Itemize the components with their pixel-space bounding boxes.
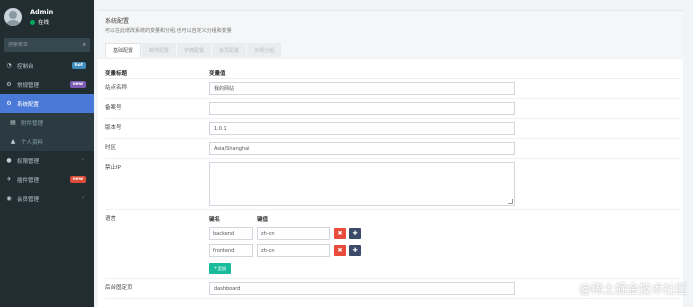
timezone-input[interactable]: Asia/Shanghai: [209, 142, 515, 155]
remove-row-button[interactable]: ✖: [334, 245, 346, 256]
resize-handle-icon[interactable]: [508, 199, 513, 204]
language-keyvalue: 键名 键值 backend zh-cn ✖ ✚ frontend zh-cn ✖…: [209, 210, 361, 278]
online-dot-icon: [30, 19, 35, 25]
form-row: 时区 Asia/Shanghai: [105, 139, 680, 159]
form-row: 版本号 1.0.1: [105, 119, 680, 139]
sidebar-item-profile[interactable]: ▲ 个人资料: [0, 132, 94, 151]
chevron-left-icon: ‹: [82, 157, 84, 163]
chevron-left-icon: ‹: [82, 195, 84, 201]
hot-badge: hot: [71, 62, 86, 69]
field-label: 时区: [105, 145, 117, 151]
sidebar-item-members[interactable]: ◉ 会员管理 ‹: [0, 189, 94, 208]
append-label: 追加: [217, 266, 227, 272]
search-icon[interactable]: ⌕: [83, 41, 86, 49]
field-label: 站点名称: [105, 85, 128, 91]
gear-icon: ⚙: [6, 100, 12, 107]
kv-key-input[interactable]: frontend: [209, 244, 253, 257]
kv-key-header: 键名: [209, 217, 221, 223]
sidebar-item-label: 权限管理: [17, 158, 40, 165]
kv-value-header: 键值: [257, 217, 269, 223]
field-label: 禁止IP: [105, 165, 121, 171]
main-content: 系统配置 可以在此增改系统的变量和分组,也可以自定义分组和变量 基础配置 邮件配…: [94, 0, 693, 307]
form-row: 站点名称 我的网站: [105, 79, 680, 99]
kv-header: 键名 键值: [209, 214, 361, 224]
user-info: Admin 在线: [30, 8, 53, 26]
sidebar: Admin 在线 ⌕ ◔ 控制台 hot ⚙ 常规管理 new ⚙ 系统配置 ▤…: [0, 0, 94, 307]
user-panel: Admin 在线: [0, 0, 94, 34]
kv-value-input[interactable]: zh-cn: [257, 227, 330, 240]
user-name: Admin: [30, 8, 54, 16]
page-title: 系统配置: [105, 18, 130, 25]
tab-example[interactable]: 示例分组: [247, 43, 282, 57]
sidebar-item-label: 系统配置: [17, 101, 40, 108]
backend-home-input[interactable]: dashboard: [209, 282, 515, 295]
tab-member[interactable]: 会员配置: [212, 43, 247, 57]
page-description: 可以在此增改系统的变量和分组,也可以自定义分组和变量: [105, 28, 232, 34]
tab-email[interactable]: 邮件配置: [142, 43, 177, 57]
sidebar-item-label: 会员管理: [17, 196, 40, 203]
sidebar-item-label: 插件管理: [17, 177, 40, 184]
group-icon: ●: [6, 157, 12, 164]
sidebar-item-label: 控制台: [17, 63, 34, 70]
beian-input[interactable]: [209, 102, 515, 115]
kv-value-input[interactable]: zh-cn: [257, 244, 330, 257]
form-row: 禁止IP: [105, 159, 680, 210]
field-label: 后台固定页: [105, 285, 133, 291]
user-status-label: 在线: [38, 20, 50, 26]
config-tabs: 基础配置 邮件配置 字典配置 会员配置 示例分组: [105, 43, 676, 57]
forbidden-ip-wrap: [209, 159, 515, 209]
sidebar-menu: ◔ 控制台 hot ⚙ 常规管理 new ⚙ 系统配置 ▤ 附件管理 ▲ 个人资…: [0, 56, 94, 208]
cogs-icon: ⚙: [6, 81, 12, 88]
user-status: 在线: [30, 18, 53, 26]
sidebar-item-attachments[interactable]: ▤ 附件管理: [0, 113, 94, 132]
append-row-button[interactable]: + 追加: [209, 263, 231, 274]
tab-dictionary[interactable]: 字典配置: [177, 43, 212, 57]
sidebar-item-label: 常规管理: [17, 82, 40, 89]
column-title: 变量标题: [105, 70, 128, 77]
config-panel: 系统配置 可以在此增改系统的变量和分组,也可以自定义分组和变量 基础配置 邮件配…: [98, 10, 683, 307]
menu-search: ⌕: [4, 38, 90, 52]
kv-row: frontend zh-cn ✖ ✚: [209, 243, 361, 258]
drag-row-button[interactable]: ✚: [349, 245, 361, 256]
watermark: @稀土掘金技术社区: [578, 282, 687, 296]
rocket-icon: ✈: [6, 176, 12, 183]
config-form: 变量标题 变量值 站点名称 我的网站 备案号 版本号 1.0.1 时区 Asia…: [105, 67, 680, 299]
sidebar-item-plugins[interactable]: ✈ 插件管理 new: [0, 170, 94, 189]
sidebar-item-label: 个人资料: [21, 139, 44, 146]
sidebar-item-general[interactable]: ⚙ 常规管理 new: [0, 75, 94, 94]
dashboard-icon: ◔: [6, 62, 12, 69]
kv-row: backend zh-cn ✖ ✚: [209, 226, 361, 241]
site-name-input[interactable]: 我的网站: [209, 82, 515, 95]
user-circle-icon: ◉: [6, 195, 12, 202]
drag-row-button[interactable]: ✚: [349, 228, 361, 239]
field-label: 语言: [105, 216, 117, 222]
remove-row-button[interactable]: ✖: [334, 228, 346, 239]
forbidden-ip-textarea[interactable]: [209, 162, 515, 206]
kv-key-input[interactable]: backend: [209, 227, 253, 240]
version-input[interactable]: 1.0.1: [209, 122, 515, 135]
sidebar-item-system-config[interactable]: ⚙ 系统配置: [0, 94, 94, 113]
close-icon: ✖: [337, 247, 343, 254]
avatar[interactable]: [4, 8, 22, 26]
field-label: 版本号: [105, 125, 122, 131]
new-badge: new: [69, 81, 86, 88]
close-icon: ✖: [337, 230, 343, 237]
panel-heading: 系统配置 可以在此增改系统的变量和分组,也可以自定义分组和变量 基础配置 邮件配…: [98, 11, 683, 59]
form-header: 变量标题 变量值: [105, 67, 680, 79]
sidebar-item-permissions[interactable]: ● 权限管理 ‹: [0, 151, 94, 170]
new-badge: new: [69, 176, 86, 183]
move-icon: ✚: [352, 247, 358, 254]
sidebar-item-dashboard[interactable]: ◔ 控制台 hot: [0, 56, 94, 75]
field-label: 备案号: [105, 105, 122, 111]
sidebar-item-label: 附件管理: [21, 120, 44, 127]
form-row: 语言 键名 键值 backend zh-cn ✖ ✚ frontend zh-c: [105, 210, 680, 279]
file-icon: ▤: [10, 119, 16, 126]
tab-basic[interactable]: 基础配置: [105, 43, 142, 57]
user-icon: ▲: [10, 138, 16, 145]
form-row: 备案号: [105, 99, 680, 119]
column-value: 变量值: [209, 70, 226, 77]
search-input[interactable]: [8, 42, 78, 48]
move-icon: ✚: [352, 230, 358, 237]
